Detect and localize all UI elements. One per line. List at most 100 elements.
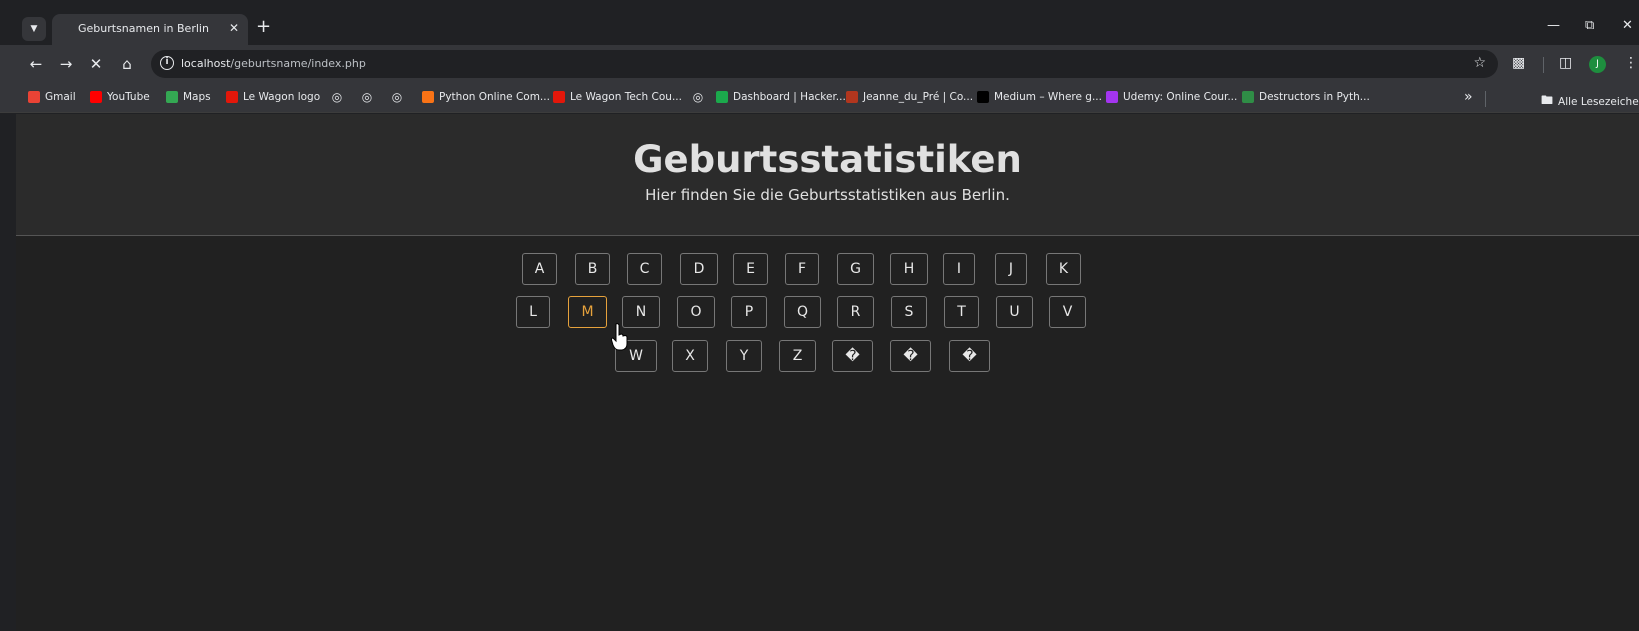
- url-text: localhost/geburtsname/index.php: [181, 57, 366, 70]
- bookmark-label: Python Online Com...: [439, 91, 550, 103]
- bookmark-item[interactable]: Medium – Where g...: [977, 91, 1102, 103]
- bookmark-label: Le Wagon Tech Cou...: [570, 91, 682, 103]
- bookmark-label: Jeanne_du_Pré | Co...: [863, 91, 974, 103]
- minimize-icon[interactable]: —: [1547, 18, 1560, 33]
- stop-loading-icon[interactable]: ✕: [86, 55, 106, 73]
- letter-button[interactable]: �: [949, 340, 990, 372]
- profile-avatar[interactable]: J: [1589, 56, 1606, 73]
- forward-icon[interactable]: →: [56, 55, 76, 73]
- globe-icon: ◎: [331, 90, 343, 104]
- bookmark-item[interactable]: ◎: [331, 91, 343, 103]
- bookmark-item[interactable]: ◎: [692, 91, 704, 103]
- bookmark-item[interactable]: Le Wagon logo: [226, 91, 320, 103]
- letter-button[interactable]: Z: [779, 340, 816, 372]
- close-icon[interactable]: ✕: [229, 21, 239, 35]
- bookmark-item[interactable]: Jeanne_du_Pré | Co...: [846, 91, 973, 103]
- hand-cursor-icon: [611, 323, 628, 351]
- gmail-icon: [28, 91, 40, 103]
- tab-strip: ▼ Geburtsnamen in Berlin ✕ + — ⧉ ✕: [0, 0, 1639, 45]
- bookmark-star-icon[interactable]: ☆: [1473, 55, 1486, 71]
- letter-button[interactable]: S: [891, 296, 927, 328]
- gfg-icon: [1242, 91, 1254, 103]
- letter-button[interactable]: G: [837, 253, 874, 285]
- bookmark-item[interactable]: Maps: [166, 91, 211, 103]
- letter-button[interactable]: L: [516, 296, 550, 328]
- letter-button[interactable]: P: [731, 296, 767, 328]
- home-icon[interactable]: ⌂: [117, 55, 137, 73]
- letter-button[interactable]: R: [837, 296, 874, 328]
- lewagon-icon: [226, 91, 238, 103]
- letter-button[interactable]: Y: [726, 340, 762, 372]
- youtube-icon: [90, 91, 102, 103]
- bookmarks-divider: [1485, 91, 1486, 107]
- browser-tab[interactable]: Geburtsnamen in Berlin ✕: [52, 14, 248, 45]
- letter-button[interactable]: F: [785, 253, 819, 285]
- bookmark-label: Maps: [183, 91, 211, 103]
- folder-icon: 🖿: [1541, 93, 1554, 107]
- bookmark-item[interactable]: Python Online Com...: [422, 91, 550, 103]
- codewars-icon: [846, 91, 858, 103]
- letter-button[interactable]: C: [627, 253, 662, 285]
- bookmark-item[interactable]: Udemy: Online Cour...: [1106, 91, 1237, 103]
- bookmark-label: Destructors in Pyth...: [1259, 91, 1370, 103]
- bookmark-label: Udemy: Online Cour...: [1123, 91, 1238, 103]
- letter-button[interactable]: T: [944, 296, 979, 328]
- letter-button[interactable]: �: [832, 340, 873, 372]
- maps-icon: [166, 91, 178, 103]
- bookmark-item[interactable]: Dashboard | Hacker...: [716, 91, 846, 103]
- letter-button[interactable]: Q: [784, 296, 821, 328]
- browser-toolbar: ← → ✕ ⌂ i localhost/geburtsname/index.ph…: [0, 45, 1639, 85]
- letter-button[interactable]: O: [677, 296, 715, 328]
- bookmark-item[interactable]: ◎: [391, 91, 403, 103]
- extensions-icon[interactable]: ▩: [1512, 55, 1525, 71]
- close-window-icon[interactable]: ✕: [1622, 18, 1633, 33]
- url-path: /geburtsname/index.php: [230, 57, 366, 70]
- letter-button[interactable]: X: [672, 340, 708, 372]
- toolbar-divider: [1543, 57, 1544, 73]
- new-tab-button[interactable]: +: [256, 17, 271, 37]
- back-icon[interactable]: ←: [26, 55, 46, 73]
- address-bar[interactable]: i localhost/geburtsname/index.php ☆: [151, 50, 1498, 78]
- bookmark-label: Medium – Where g...: [994, 91, 1102, 103]
- chevron-down-icon: ▼: [30, 24, 38, 34]
- restore-icon[interactable]: ⧉: [1585, 18, 1594, 33]
- letter-button[interactable]: I: [943, 253, 975, 285]
- site-info-icon[interactable]: i: [160, 56, 174, 70]
- page-content: Geburtsstatistiken Hier finden Sie die G…: [16, 114, 1639, 631]
- letter-button[interactable]: V: [1049, 296, 1086, 328]
- bookmark-item[interactable]: YouTube: [90, 91, 150, 103]
- letter-button[interactable]: U: [996, 296, 1033, 328]
- python-icon: [422, 91, 434, 103]
- lewagon-icon: [553, 91, 565, 103]
- letter-button[interactable]: H: [890, 253, 928, 285]
- all-bookmarks-label: Alle Lesezeichen: [1558, 95, 1639, 108]
- letter-button[interactable]: K: [1046, 253, 1081, 285]
- bookmark-item[interactable]: Le Wagon Tech Cou...: [553, 91, 682, 103]
- menu-icon[interactable]: ⋮: [1624, 55, 1638, 71]
- letter-button[interactable]: J: [995, 253, 1027, 285]
- bookmark-label: YouTube: [107, 91, 150, 103]
- url-host: localhost: [181, 57, 231, 70]
- globe-icon: ◎: [361, 90, 373, 104]
- bookmark-item[interactable]: Destructors in Pyth...: [1242, 91, 1370, 103]
- all-bookmarks[interactable]: 🖿 Alle Lesezeichen: [1541, 91, 1639, 112]
- udemy-icon: [1106, 91, 1118, 103]
- letter-button[interactable]: �: [890, 340, 931, 372]
- letter-button[interactable]: B: [575, 253, 610, 285]
- letter-button[interactable]: A: [522, 253, 557, 285]
- letter-button[interactable]: M: [568, 296, 607, 328]
- more-bookmarks-icon[interactable]: »: [1464, 89, 1473, 105]
- page-header: Geburtsstatistiken Hier finden Sie die G…: [16, 114, 1639, 236]
- letter-button[interactable]: E: [733, 253, 768, 285]
- globe-icon: ◎: [692, 90, 704, 104]
- tab-search-button[interactable]: ▼: [22, 17, 46, 41]
- page-title: Geburtsstatistiken: [633, 138, 1022, 181]
- globe-icon: ◎: [391, 90, 403, 104]
- bookmark-item[interactable]: Gmail: [28, 91, 76, 103]
- tab-title: Geburtsnamen in Berlin: [78, 22, 209, 35]
- bookmarks-bar: » 🖿 Alle Lesezeichen Gmail YouTube Maps Le W…: [0, 85, 1639, 113]
- medium-icon: [977, 91, 989, 103]
- letter-button[interactable]: D: [680, 253, 718, 285]
- bookmark-item[interactable]: ◎: [361, 91, 373, 103]
- side-panel-icon[interactable]: ◫: [1559, 55, 1572, 71]
